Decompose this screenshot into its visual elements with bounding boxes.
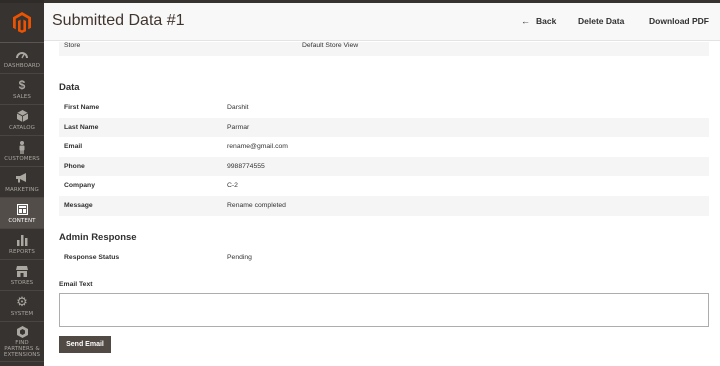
- store-row: Store Default Store View: [59, 42, 709, 56]
- cube-icon: [16, 110, 28, 123]
- gear-icon: ⚙: [16, 294, 28, 309]
- extensions-icon: [16, 325, 28, 338]
- magento-logo-icon: [13, 12, 31, 33]
- admin-sidebar: DASHBOARD $ SALES CATALOG CUSTOMERS MARK…: [0, 0, 44, 366]
- response-status-key: Response Status: [64, 254, 120, 261]
- page-header: Submitted Data #1 ← Back Delete Data Dow…: [44, 3, 720, 41]
- back-button[interactable]: ← Back: [521, 16, 556, 26]
- sidebar-item-marketing[interactable]: MARKETING: [0, 167, 44, 198]
- sidebar-item-content[interactable]: CONTENT: [0, 198, 44, 229]
- sidebar-item-label: CUSTOMERS: [4, 155, 40, 162]
- table-row: First Name Darshit: [59, 98, 709, 118]
- row-value: rename@gmail.com: [227, 143, 288, 151]
- row-value: Darshit: [227, 104, 249, 111]
- row-key: Company: [64, 182, 95, 190]
- layout-icon: [16, 203, 28, 216]
- sidebar-item-label: CONTENT: [8, 217, 36, 224]
- data-table: First Name Darshit Last Name Parmar Emai…: [59, 98, 709, 216]
- sidebar-item-catalog[interactable]: CATALOG: [0, 105, 44, 136]
- page-title: Submitted Data #1: [52, 12, 185, 29]
- arrow-left-icon: ←: [521, 16, 530, 26]
- sidebar-item-label: DASHBOARD: [3, 62, 41, 69]
- email-text-label: Email Text: [59, 281, 93, 288]
- data-section-title: Data: [59, 82, 80, 93]
- email-text-input[interactable]: [59, 293, 709, 327]
- megaphone-icon: [16, 172, 28, 185]
- response-status-value: Pending: [227, 254, 252, 261]
- table-row: Last Name Parmar: [59, 117, 709, 138]
- magento-logo[interactable]: [0, 3, 44, 43]
- sidebar-item-stores[interactable]: STORES: [0, 260, 44, 291]
- row-key: Phone: [64, 162, 85, 170]
- store-icon: [16, 265, 28, 278]
- dollar-icon: $: [18, 78, 26, 92]
- send-email-button[interactable]: Send Email: [59, 336, 111, 353]
- row-value: C-2: [227, 182, 238, 190]
- sidebar-item-label: CATALOG: [8, 124, 36, 131]
- sidebar-item-label: SALES: [13, 93, 31, 100]
- dashboard-icon: [16, 48, 28, 61]
- store-section: Store Default Store View: [59, 42, 709, 56]
- row-key: Last Name: [64, 123, 99, 131]
- table-row: Message Rename completed: [59, 195, 709, 216]
- store-value: Default Store View: [302, 42, 359, 49]
- sidebar-item-system[interactable]: ⚙ SYSTEM: [0, 291, 44, 322]
- sidebar-item-dashboard[interactable]: DASHBOARD: [0, 43, 44, 74]
- table-row: Company C-2: [59, 176, 709, 196]
- row-key: First Name: [64, 104, 100, 111]
- bar-chart-icon: [16, 234, 28, 247]
- sidebar-item-customers[interactable]: CUSTOMERS: [0, 136, 44, 167]
- row-value: Rename completed: [227, 201, 286, 209]
- sidebar-item-sales[interactable]: $ SALES: [0, 74, 44, 105]
- response-status-row: Response Status Pending: [59, 249, 709, 268]
- row-key: Email: [64, 143, 83, 151]
- download-pdf-button[interactable]: Download PDF: [649, 16, 709, 26]
- row-key: Message: [64, 201, 93, 209]
- sidebar-item-label: MARKETING: [5, 186, 39, 193]
- sidebar-item-find-partners[interactable]: FIND PARTNERS & EXTENSIONS: [0, 322, 44, 362]
- table-row: Email rename@gmail.com: [59, 137, 709, 157]
- sidebar-item-label: REPORTS: [9, 248, 35, 255]
- sidebar-item-reports[interactable]: REPORTS: [0, 229, 44, 260]
- delete-data-button[interactable]: Delete Data: [578, 16, 624, 26]
- sidebar-item-label: SYSTEM: [10, 310, 34, 317]
- sidebar-item-label: FIND PARTNERS & EXTENSIONS: [3, 340, 41, 358]
- store-key: Store: [64, 42, 81, 49]
- sidebar-item-label: STORES: [10, 279, 34, 286]
- admin-response-title: Admin Response: [59, 232, 137, 243]
- person-icon: [18, 140, 26, 154]
- row-value: 9988774555: [227, 162, 265, 170]
- back-label: Back: [536, 16, 557, 26]
- row-value: Parmar: [227, 123, 250, 131]
- table-row: Phone 9988774555: [59, 156, 709, 177]
